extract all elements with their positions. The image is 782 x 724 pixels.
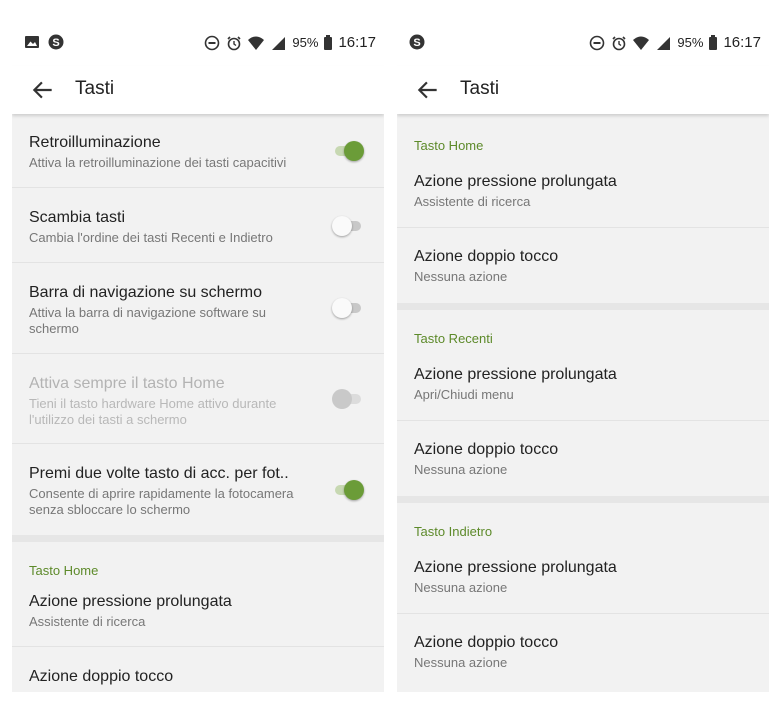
svg-text:S: S [52, 37, 59, 49]
setting-subtitle: Cambia l'ordine dei tasti Recenti e Indi… [29, 230, 273, 245]
home-always-active-toggle [332, 387, 364, 411]
do-not-disturb-icon [205, 35, 220, 50]
setting-row-camera-double-press[interactable]: Premi due volte tasto di acc. per fot.. … [12, 444, 384, 535]
status-bar: S 95% 16:17 [12, 20, 384, 66]
settings-list: Tasto Home Azione pressione prolungata A… [397, 114, 769, 692]
setting-row-home-double-tap[interactable]: Azione doppio tocco [12, 647, 384, 692]
back-arrow-icon[interactable] [30, 77, 56, 103]
setting-subtitle: Attiva la barra di navigazione software … [29, 305, 267, 336]
setting-title: Azione pressione prolungata [414, 173, 617, 190]
signal-icon [657, 36, 671, 50]
setting-title: Azione doppio tocco [414, 441, 559, 458]
section-divider [397, 496, 769, 503]
setting-row-home-always-active: Attiva sempre il tasto Home Tieni il tas… [12, 354, 384, 444]
setting-title: Azione doppio tocco [29, 668, 174, 685]
page-title: Tasti [75, 78, 115, 99]
skype-icon: S [48, 34, 64, 50]
setting-subtitle: Assistente di ricerca [29, 614, 146, 629]
clock: 16:17 [723, 34, 761, 51]
setting-title: Barra di navigazione su schermo [29, 284, 263, 301]
alarm-icon [227, 35, 241, 50]
section-divider [12, 535, 384, 542]
section-header-recents: Tasto Recenti [414, 331, 493, 346]
app-bar: Tasti [12, 66, 384, 114]
back-arrow-icon[interactable] [415, 77, 441, 103]
image-icon [25, 36, 39, 48]
setting-subtitle: Tieni il tasto hardware Home attivo dura… [29, 396, 277, 427]
setting-row-backlight[interactable]: Retroilluminazione Attiva la retroillumi… [12, 114, 384, 188]
onscreen-navbar-toggle[interactable] [332, 296, 364, 320]
setting-row-home-double-tap[interactable]: Azione doppio tocco Nessuna azione [397, 228, 769, 303]
setting-row-swap-keys[interactable]: Scambia tasti Cambia l'ordine dei tasti … [12, 188, 384, 263]
setting-title: Azione pressione prolungata [29, 593, 232, 610]
setting-subtitle: Nessuna azione [414, 580, 508, 595]
battery-percent: 95% [292, 35, 319, 50]
status-bar: S 95% 16:17 [397, 20, 769, 66]
wifi-icon [248, 36, 265, 50]
setting-subtitle: Nessuna azione [414, 655, 508, 670]
setting-row-onscreen-navbar[interactable]: Barra di navigazione su schermo Attiva l… [12, 263, 384, 354]
alarm-icon [612, 35, 626, 50]
section-divider [397, 303, 769, 310]
right-screen: S 95% 16:17 Tasti Tasto Home Azione pres… [397, 20, 769, 692]
setting-subtitle: Assistente di ricerca [414, 194, 531, 209]
setting-row-recents-long-press[interactable]: Azione pressione prolungata Apri/Chiudi … [397, 347, 769, 421]
left-screen: S 95% 16:17 Tasti Retroilluminazione Att… [12, 20, 384, 692]
setting-title: Azione pressione prolungata [414, 559, 617, 576]
setting-subtitle: Attiva la retroilluminazione dei tasti c… [29, 155, 287, 170]
setting-title: Azione doppio tocco [414, 634, 559, 651]
setting-title: Azione pressione prolungata [414, 366, 617, 383]
app-bar: Tasti [397, 66, 769, 114]
setting-row-home-long-press[interactable]: Azione pressione prolungata Assistente d… [397, 154, 769, 228]
skype-icon: S [409, 34, 425, 50]
section-header-home: Tasto Home [29, 563, 99, 578]
setting-title: Scambia tasti [29, 209, 126, 226]
battery-icon [709, 35, 718, 50]
battery-icon [324, 35, 333, 50]
setting-row-back-double-tap[interactable]: Azione doppio tocco Nessuna azione [397, 614, 769, 689]
svg-text:S: S [413, 37, 420, 49]
setting-title: Azione doppio tocco [414, 248, 559, 265]
setting-row-recents-double-tap[interactable]: Azione doppio tocco Nessuna azione [397, 421, 769, 496]
section-header-back: Tasto Indietro [414, 524, 493, 539]
backlight-toggle[interactable] [332, 139, 364, 163]
clock: 16:17 [338, 34, 376, 51]
setting-row-home-long-press[interactable]: Azione pressione prolungata Assistente d… [12, 579, 384, 647]
setting-subtitle: Apri/Chiudi menu [414, 387, 514, 402]
settings-list: Retroilluminazione Attiva la retroillumi… [12, 114, 384, 692]
setting-subtitle: Nessuna azione [414, 269, 508, 284]
camera-double-press-toggle[interactable] [332, 478, 364, 502]
setting-title: Attiva sempre il tasto Home [29, 375, 225, 392]
setting-subtitle: Consente di aprire rapidamente la fotoca… [29, 486, 294, 517]
page-title: Tasti [460, 78, 500, 99]
setting-title: Premi due volte tasto di acc. per fot.. [29, 465, 289, 482]
setting-row-back-long-press[interactable]: Azione pressione prolungata Nessuna azio… [397, 540, 769, 614]
signal-icon [272, 36, 286, 50]
do-not-disturb-icon [590, 35, 605, 50]
swap-keys-toggle[interactable] [332, 214, 364, 238]
wifi-icon [633, 36, 650, 50]
section-header-home: Tasto Home [414, 138, 484, 153]
setting-title: Retroilluminazione [29, 134, 161, 151]
setting-subtitle: Nessuna azione [414, 462, 508, 477]
battery-percent: 95% [677, 35, 704, 50]
